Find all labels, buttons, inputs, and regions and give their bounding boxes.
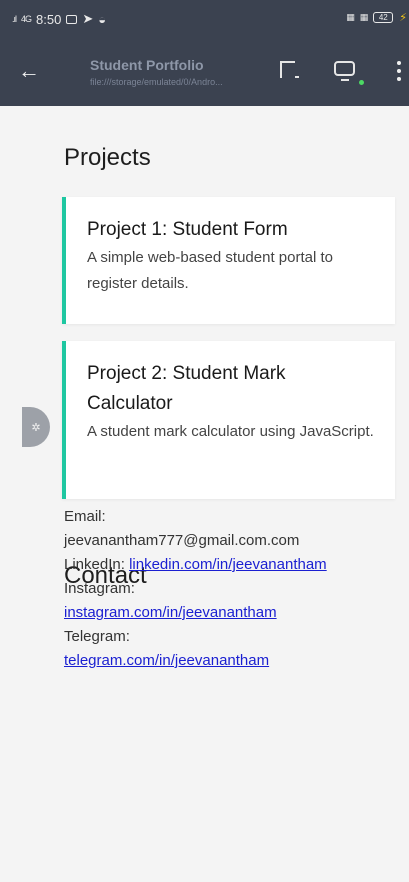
- email-value: jeevanantham777@gmail.com.com: [64, 532, 300, 549]
- tab-switch-icon: [280, 61, 295, 78]
- project-description: A simple web-based student portal to reg…: [87, 249, 333, 292]
- network-type: 4G: [21, 14, 32, 24]
- email-label: Email:: [64, 508, 106, 525]
- status-time: 8:50: [36, 11, 62, 27]
- gallery-icon: [66, 14, 78, 24]
- navigation-icon: ➤: [82, 11, 94, 26]
- signal-icon: .ıl: [12, 14, 17, 24]
- status-left: .ıl 4G 8:50 ➤ ◒: [12, 11, 106, 27]
- telegram-label: Telegram:: [64, 628, 130, 645]
- location-icon: ◒: [98, 11, 107, 27]
- status-right: ▦ ▦ 42 ⚡: [346, 11, 407, 24]
- sparkle-icon: ✲: [31, 421, 41, 434]
- battery-icon: 42: [373, 12, 394, 23]
- project-title: Project 2: Student Mark Calculator: [87, 363, 286, 414]
- more-vertical-icon-dot: [397, 77, 401, 81]
- volte-icon: ▦: [346, 12, 354, 22]
- more-vertical-icon-dot: [397, 69, 401, 73]
- arrow-left-icon: ←: [18, 58, 40, 83]
- status-bar: .ıl 4G 8:50 ➤ ◒ ▦ ▦ 42 ⚡: [0, 0, 409, 36]
- charging-icon: ⚡: [399, 12, 407, 24]
- linkedin-label: LinkedIn:: [64, 556, 125, 573]
- project-card-2: Project 2: Student Mark Calculator A stu…: [62, 341, 395, 499]
- linkedin-link[interactable]: linkedin.com/in/jeevanantham: [129, 556, 327, 573]
- more-vertical-icon: [397, 61, 401, 65]
- title-block: Student Portfolio file:///storage/emulat…: [90, 57, 270, 87]
- project-card-1: Project 1: Student Form A simple web-bas…: [62, 197, 395, 324]
- chat-button[interactable]: [330, 58, 366, 88]
- project-title: Project 1: Student Form: [87, 219, 288, 240]
- page-title: Student Portfolio: [90, 57, 204, 73]
- online-indicator: [359, 80, 364, 85]
- tab-switch-icon-dot: [295, 76, 299, 78]
- projects-heading: Projects: [64, 144, 151, 171]
- instagram-label: Instagram:: [64, 580, 135, 597]
- project-description: A student mark calculator using JavaScri…: [87, 423, 374, 440]
- app-bar: ← Student Portfolio file:///storage/emul…: [0, 36, 409, 106]
- floating-assist-button[interactable]: ✲: [22, 407, 50, 447]
- contact-details: Email: jeevanantham777@gmail.com.com Lin…: [64, 505, 394, 673]
- instagram-link[interactable]: instagram.com/in/jeevanantham: [64, 604, 277, 621]
- back-button[interactable]: ←: [14, 56, 44, 86]
- linkedin-row: LinkedIn: linkedin.com/in/jeevanantham: [64, 553, 394, 577]
- speed-icon: ▦: [359, 12, 368, 22]
- page-url: file:///storage/emulated/0/Andro...: [90, 77, 223, 87]
- telegram-link[interactable]: telegram.com/in/jeevanantham: [64, 652, 269, 669]
- chat-icon-stem: [341, 79, 349, 81]
- chat-icon: [334, 61, 355, 76]
- more-menu-button[interactable]: [392, 58, 406, 84]
- tab-switch-button[interactable]: [276, 58, 304, 84]
